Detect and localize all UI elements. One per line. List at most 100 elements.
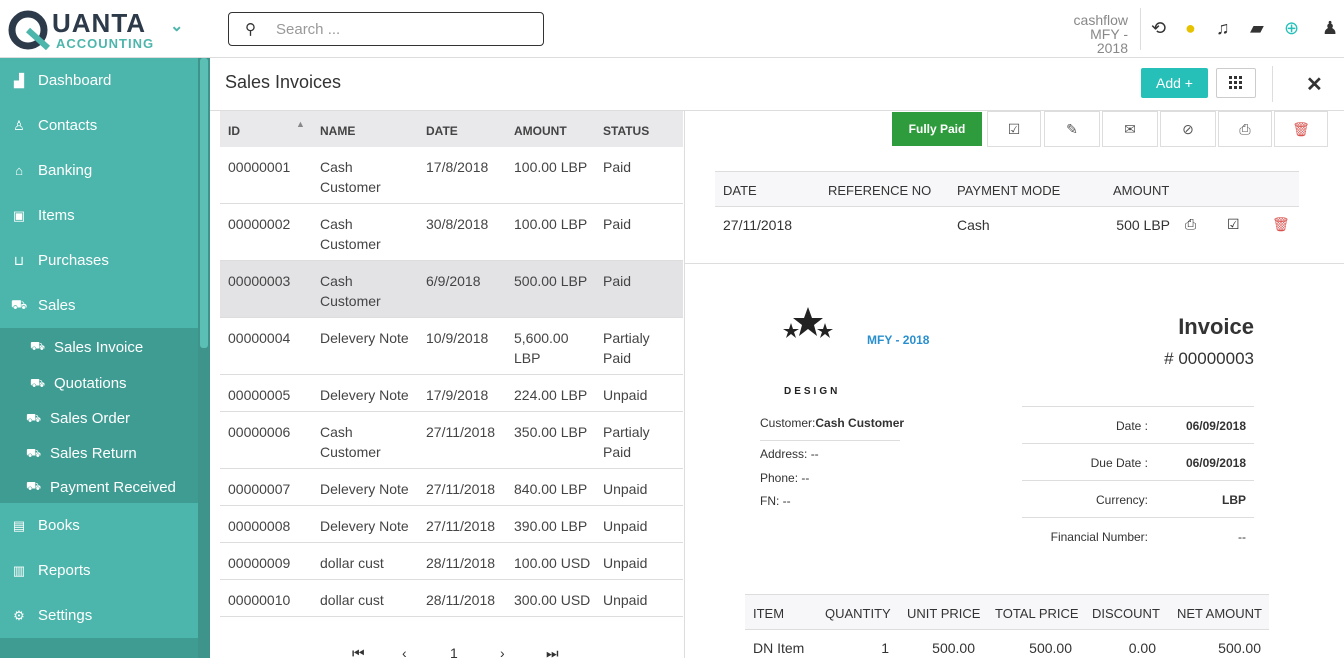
financial-number-label: Financial Number: [1050,530,1148,544]
cell-name-line: Customer [320,179,381,195]
history-icon[interactable]: ⟲ [1151,18,1166,39]
sidebar-subitem-label: Sales Order [50,410,131,427]
trash-icon[interactable]: 🗑 [1272,216,1290,233]
sidebar-item-sales[interactable]: ⛟ Sales [0,283,198,328]
stars-logo-icon [783,307,833,338]
bell-icon[interactable]: ♫ [1216,18,1230,39]
sidebar-item-banking[interactable]: ⌂ Banking [0,148,198,193]
column-header-name[interactable]: NAME [320,124,355,138]
column-header-date[interactable]: DATE [426,124,458,138]
cell-amount-line: 350.00 LBP [514,424,588,440]
column-header-id[interactable]: ID [228,124,240,138]
design-logo [783,305,833,345]
sidebar-subitem-payment-received[interactable]: ⛟ Payment Received [0,471,198,503]
edit-icon[interactable]: ☑ [1227,216,1240,233]
invoice-item-row: DN Item 1 500.00 500.00 0.00 500.00 [745,632,1269,658]
sidebar-subitem-sales-return[interactable]: ⛟ Sales Return [0,436,198,471]
delete-button[interactable]: 🗑 [1274,111,1328,147]
plus-circle-icon[interactable]: ⊕ [1284,18,1299,39]
column-header-quantity: QUANTITY [825,606,891,621]
cell-id: 00000003 [228,271,290,291]
column-header-status[interactable]: STATUS [603,124,649,138]
sort-arrow-icon[interactable]: ▲ [296,119,305,129]
cell-amount: 300.00 USD [514,590,590,610]
page-number[interactable]: 1 [450,645,458,661]
cell-status: Partialy Paid [603,328,650,368]
cell-date: 6/9/2018 [426,271,481,291]
user-icon[interactable]: ♟ [1322,18,1338,39]
sidebar-item-contacts[interactable]: ♙ Contacts [0,103,198,148]
payment-row[interactable]: 27/11/2018 Cash 500 LBP ⎙ ☑ 🗑 [715,207,1299,243]
bank-icon: ⌂ [15,163,23,178]
close-icon[interactable]: ✕ [1306,72,1323,97]
cell-status: Partialy Paid [603,422,650,462]
column-header-total-price: TOTAL PRICE [995,606,1079,621]
sidebar-subitem-sales-order[interactable]: ⛟ Sales Order [0,401,198,436]
table-row[interactable]: 00000002 Cash Customer 30/8/2018 100.00 LBP P… [220,204,683,261]
next-page-icon[interactable]: › [500,645,505,661]
folder-icon[interactable]: ▰ [1250,18,1264,39]
fully-paid-button[interactable]: Fully Paid [892,112,982,146]
cell-status-line: Unpaid [603,592,648,608]
logo-chevron-down-icon[interactable]: ⌄ [170,16,183,36]
sidebar-item-label: Books [38,517,80,534]
lightbulb-icon[interactable]: ● [1185,18,1196,39]
table-row[interactable]: 00000004 Delevery Note 10/9/2018 5,600.00 LB… [220,318,683,375]
sidebar-subitem-sales-invoice[interactable]: ⛟ Sales Invoice [0,328,198,366]
cart-icon: ⛟ [26,445,42,460]
grid-icon [1229,76,1242,89]
cell-date-line: 6/9/2018 [426,273,481,289]
item-total-price: 500.00 [1029,640,1072,656]
sidebar-subitem-label: Sales Invoice [54,338,144,356]
table-row[interactable]: 00000003 Cash Customer 6/9/2018 500.00 LBP Pa… [220,261,683,318]
sidebar-item-settings[interactable]: ⚙ Settings [0,593,198,638]
table-row[interactable]: 00000001 Cash Customer 17/8/2018 100.00 LBP P… [220,147,683,204]
logo-text: UANTA [52,8,147,38]
edit-button[interactable]: ☑ [987,111,1041,147]
cell-date-line: 30/8/2018 [426,216,489,232]
cell-name: dollar cust [320,590,384,610]
prev-page-icon[interactable]: ‹ [402,645,407,661]
date-value: 06/09/2018 [1185,419,1246,433]
payments-table-header: DATE REFERENCE NO PAYMENT MODE AMOUNT [715,171,1299,207]
print-icon: ⎙ [1239,120,1251,137]
cell-id: 00000006 [228,422,290,442]
attach-button[interactable]: ⊘ [1160,111,1216,147]
cell-date: 17/8/2018 [426,157,488,177]
cell-amount-line: 100.00 LBP [514,159,588,175]
sidebar-item-purchases[interactable]: ⊔ Purchases [0,238,198,283]
sidebar-subitem-label: Sales Return [50,445,137,462]
cell-date-line: 27/11/2018 [426,481,496,497]
table-row[interactable]: 00000009 dollar cust 28/11/2018 100.00 USD U… [220,543,683,580]
email-button[interactable]: ✉ [1102,111,1158,147]
table-row[interactable]: 00000006 Cash Customer 27/11/2018 350.00 LBP… [220,412,683,469]
company-selector[interactable]: cashflow MFY - 2018 [1056,13,1128,55]
sidebar-subitem-quotations[interactable]: ⛟ Quotations [0,366,198,401]
sidebar-cutoff-item[interactable] [0,638,198,658]
customer-label: Customer: [760,416,816,430]
table-row[interactable]: 00000005 Delevery Note 17/9/2018 224.00 LBP… [220,375,683,412]
print-button[interactable]: ⎙ [1218,111,1272,147]
add-button[interactable]: Add + [1141,68,1208,98]
search-input[interactable]: ⚲ Search ... [228,12,544,46]
column-header-amount[interactable]: AMOUNT [514,124,567,138]
table-row[interactable]: 00000008 Delevery Note 27/11/2018 390.00 LB… [220,506,683,543]
cell-amount: 350.00 LBP [514,422,587,442]
divider [1022,480,1254,481]
cell-status: Unpaid [603,553,647,573]
sidebar-scrollbar-thumb[interactable] [200,58,208,348]
last-page-icon[interactable]: ⏭ [546,645,559,662]
design-button[interactable]: ✎ [1044,111,1100,147]
envelope-icon: ✉ [1124,120,1136,137]
sidebar-subitem-label: Payment Received [50,478,176,496]
sidebar-item-reports[interactable]: ▥ Reports [0,548,198,593]
table-row[interactable]: 00000007 Delevery Note 27/11/2018 840.00 LB… [220,469,683,506]
table-row[interactable]: 00000010 dollar cust 28/11/2018 300.00 USD U… [220,580,683,617]
cell-status-line: Paid [603,216,632,232]
sidebar-item-items[interactable]: ▣ Items [0,193,198,238]
grid-view-button[interactable] [1216,68,1256,98]
sidebar-item-dashboard[interactable]: ▟ Dashboard [0,58,198,103]
sidebar-item-books[interactable]: ▤ Books [0,503,198,548]
first-page-icon[interactable]: ⏮ [352,645,365,662]
print-icon[interactable]: ⎙ [1185,216,1196,233]
